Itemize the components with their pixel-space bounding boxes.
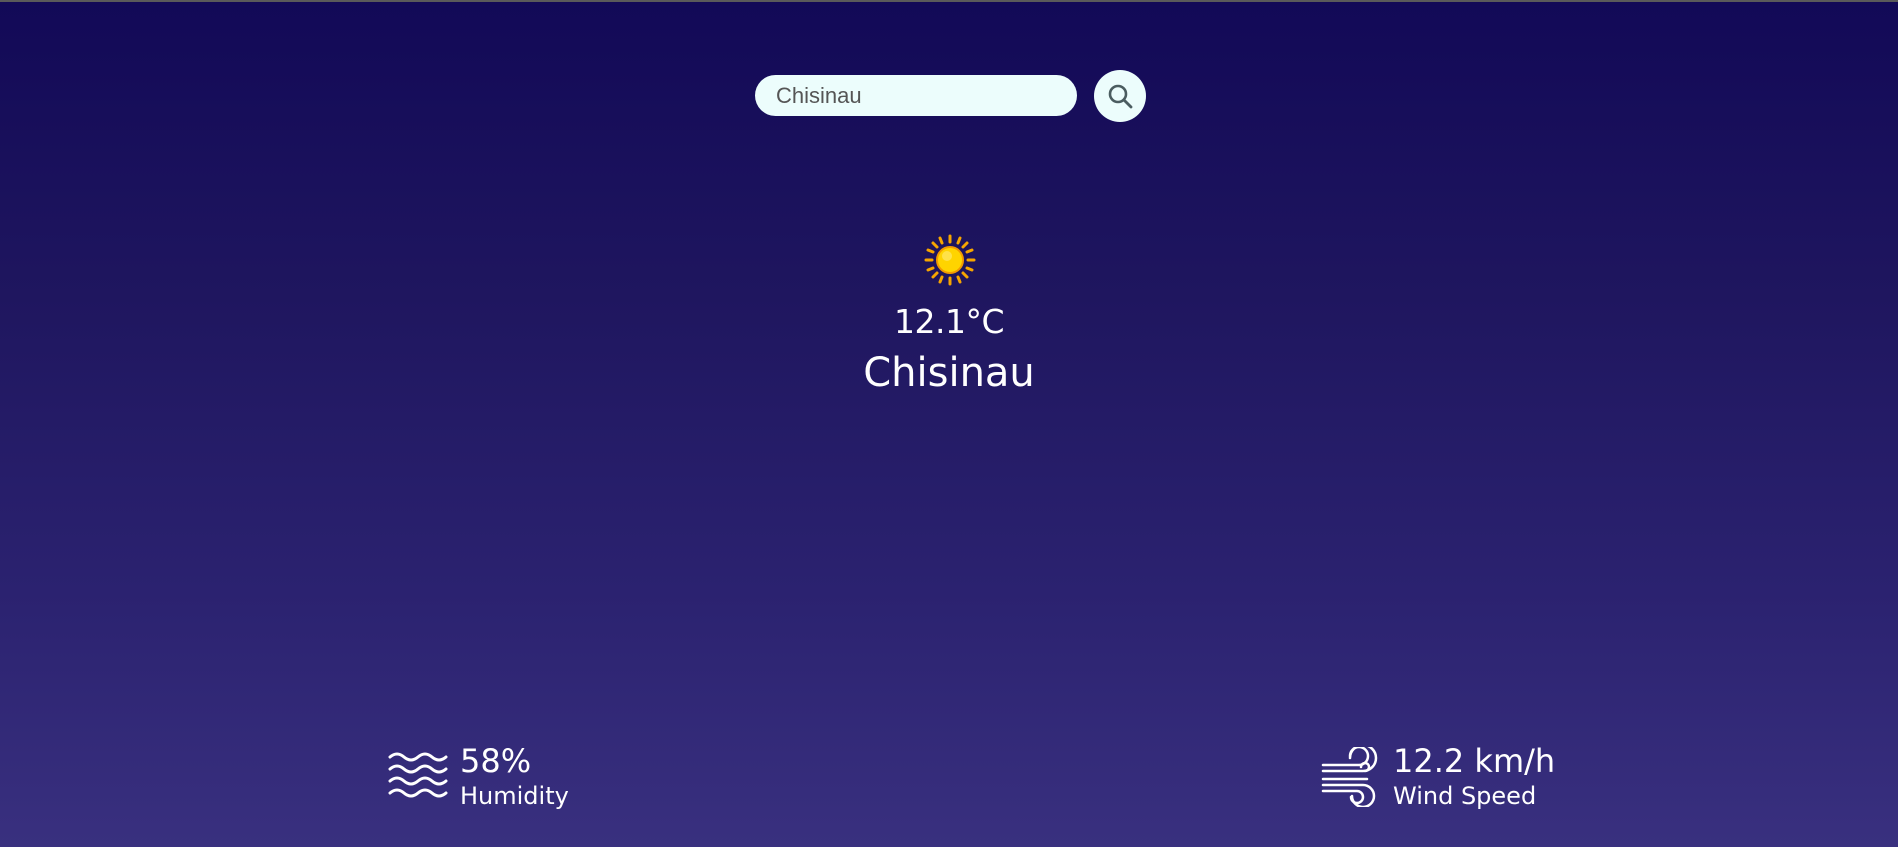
- humidity-label: Humidity: [460, 782, 569, 810]
- city-name: Chisinau: [863, 350, 1035, 396]
- search-button[interactable]: [1094, 70, 1146, 122]
- wind-stat: 12.2 km/h Wind Speed: [1321, 743, 1555, 811]
- wind-icon: [1321, 747, 1378, 807]
- wind-label: Wind Speed: [1393, 782, 1537, 810]
- temperature: 12.1°C: [893, 302, 1005, 341]
- waves-icon: [388, 752, 448, 798]
- window-top-border: [0, 0, 1898, 2]
- humidity-stat: 58% Humidity: [388, 743, 569, 811]
- humidity-value: 58%: [460, 742, 532, 780]
- search-icon: [1108, 84, 1133, 109]
- wind-value: 12.2 km/h: [1393, 742, 1556, 780]
- search-input[interactable]: [776, 82, 1066, 109]
- search-bar: [755, 75, 1077, 116]
- sun-icon: [924, 234, 976, 286]
